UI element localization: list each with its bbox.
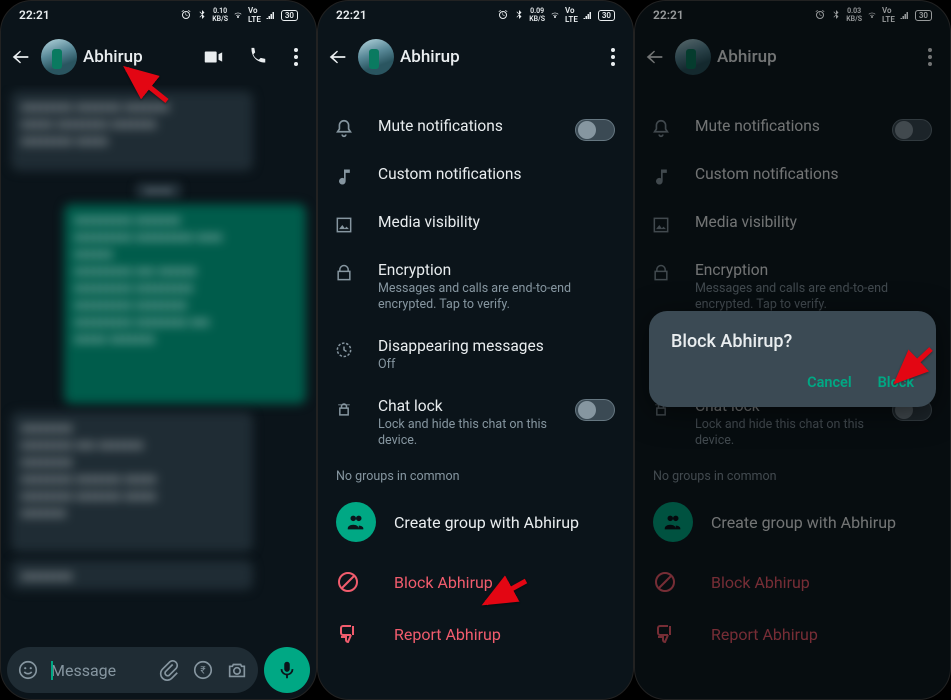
chat-messages[interactable]: xxxxxxxx xxxxxxx xxxxxxxxxxxx xxxxxxxx x…: [1, 85, 316, 641]
wifi-icon: [232, 9, 244, 21]
message-in[interactable]: xxxxxxxx xxxxxxx xxxxxxxxxxxx xxxxxxxx x…: [11, 91, 253, 171]
message-in[interactable]: xxxxxxxxxxxxxxxx xxx xxxxxxxxxxxxxxxxxxx…: [11, 412, 253, 552]
timer-icon: [332, 337, 356, 361]
emoji-icon[interactable]: [17, 659, 39, 681]
avatar[interactable]: [358, 39, 394, 75]
dialog-block-button[interactable]: Block: [878, 374, 914, 391]
more-menu-icon[interactable]: [290, 48, 302, 66]
signal-icon: [265, 9, 277, 21]
message-input[interactable]: Message ₹: [7, 647, 258, 693]
message-input-bar: Message ₹: [7, 647, 310, 693]
row-disappearing-messages[interactable]: Disappearing messagesOff: [318, 325, 633, 385]
day-separator: xxxxx: [11, 179, 306, 198]
message-placeholder: Message: [51, 661, 116, 680]
chat-header[interactable]: Abhirup: [1, 29, 316, 85]
no-groups-label: No groups in common: [318, 461, 633, 488]
alarm-icon: [497, 9, 509, 21]
row-chat-lock[interactable]: Chat lockLock and hide this chat on this…: [318, 385, 633, 461]
status-bar: 22:21 0.09KB/S VoLTE 30: [318, 1, 633, 29]
row-mute-notifications[interactable]: Mute notifications: [318, 105, 633, 153]
message-in[interactable]: xxxxxxxx: [11, 560, 253, 590]
mute-toggle[interactable]: [575, 119, 615, 141]
contact-name: Abhirup: [400, 47, 601, 67]
status-time: 22:21: [19, 8, 50, 22]
camera-icon[interactable]: [226, 659, 248, 681]
row-encryption[interactable]: EncryptionMessages and calls are end-to-…: [318, 249, 633, 325]
block-dialog: Block Abhirup? Cancel Block: [649, 311, 936, 407]
mic-icon: [276, 659, 298, 681]
block-icon: [336, 570, 376, 594]
row-media-visibility[interactable]: Media visibility: [318, 201, 633, 249]
arrow-left-icon: [10, 46, 32, 68]
dialog-title: Block Abhirup?: [671, 331, 914, 352]
contact-name[interactable]: Abhirup: [83, 47, 196, 67]
thumbs-down-icon: [336, 622, 376, 646]
back-button[interactable]: [7, 43, 35, 71]
alarm-icon: [180, 9, 192, 21]
wifi-icon: [549, 9, 561, 21]
svg-text:₹: ₹: [200, 666, 205, 677]
group-icon: [336, 502, 376, 542]
message-out[interactable]: xxxxxxxxx xxxxxxxxxxxxxxxx xxxxxxxxx xxx…: [64, 204, 306, 404]
status-right: 0.10KB/S VoLTE 30: [180, 6, 298, 24]
attach-icon[interactable]: [158, 659, 180, 681]
signal-icon: [582, 9, 594, 21]
image-icon: [332, 213, 356, 237]
screen-contact-info: 22:21 0.09KB/S VoLTE 30 Abhirup: [317, 0, 634, 700]
row-block-contact[interactable]: Block Abhirup: [318, 556, 633, 608]
contact-info-body[interactable]: Mute notifications Custom notifications …: [318, 85, 633, 699]
bell-icon: [332, 117, 356, 141]
screen-chat: 22:21 0.10KB/S VoLTE 30 Abhirup: [0, 0, 317, 700]
video-call-icon[interactable]: [202, 46, 224, 68]
music-note-icon: [332, 165, 356, 189]
screen-block-dialog: 22:21 0.03KB/S VoLTE 30 Abhirup: [634, 0, 951, 700]
row-custom-notifications[interactable]: Custom notifications: [318, 153, 633, 201]
battery-icon: 30: [281, 10, 298, 21]
status-time: 22:21: [336, 8, 367, 22]
info-header: Abhirup: [318, 29, 633, 85]
more-menu-icon[interactable]: [607, 48, 619, 66]
rupee-icon[interactable]: ₹: [192, 659, 214, 681]
voice-call-icon[interactable]: [246, 46, 268, 68]
bluetooth-icon: [513, 9, 525, 21]
back-button[interactable]: [324, 43, 352, 71]
mic-button[interactable]: [264, 647, 310, 693]
avatar[interactable]: [41, 39, 77, 75]
arrow-left-icon: [327, 46, 349, 68]
row-report-contact[interactable]: Report Abhirup: [318, 608, 633, 660]
dialog-cancel-button[interactable]: Cancel: [807, 374, 852, 391]
bluetooth-icon: [196, 9, 208, 21]
status-bar: 22:21 0.10KB/S VoLTE 30: [1, 1, 316, 29]
row-create-group[interactable]: Create group with Abhirup: [318, 488, 633, 556]
lock-icon: [332, 261, 356, 285]
chat-lock-toggle[interactable]: [575, 399, 615, 421]
chat-lock-icon: [332, 397, 356, 421]
